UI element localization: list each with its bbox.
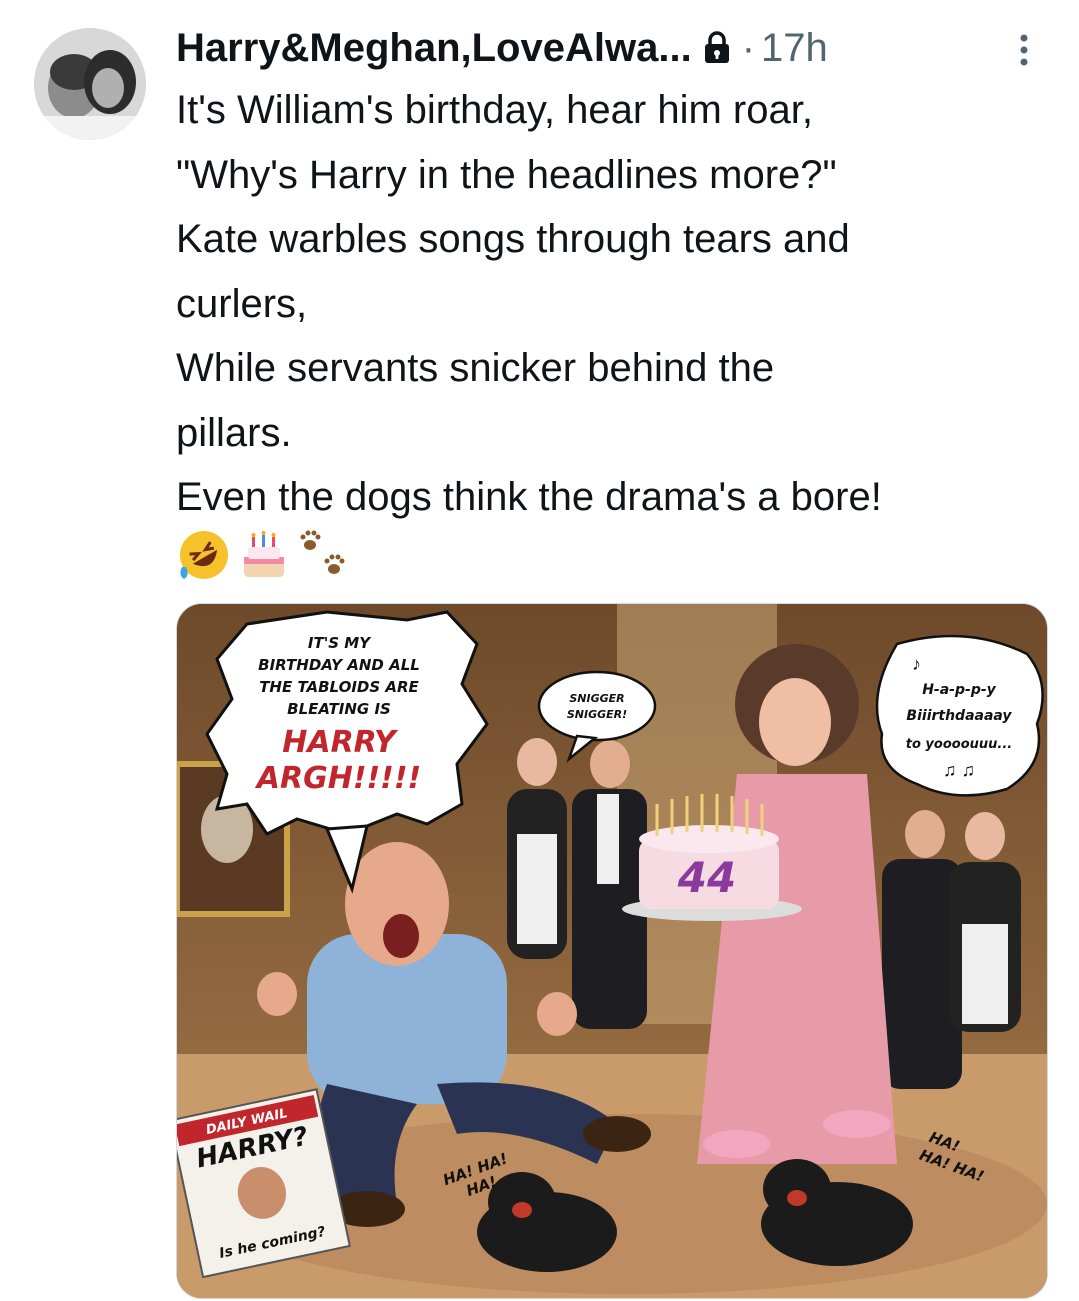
timestamp[interactable]: 17h [761,26,828,71]
birthday-cake-emoji [244,531,284,577]
song-line1: H-a-p-p-y [922,682,996,698]
tweet-line: While servants snicker behind the [176,346,775,390]
emoji-row [176,526,352,584]
author-name[interactable]: Harry&Meghan,LoveAlwa... [176,26,692,71]
tweet-header: Harry&Meghan,LoveAlwa... · 17h [176,20,828,76]
tweet-line: pillars. [176,410,292,455]
song-line2: Biiirthdaaaay [906,708,1012,724]
bubble-left-line4: BLEATING IS [287,700,391,718]
snigger-line2: SNIGGER! [567,708,627,721]
song-notes-bottom: ♫ ♫ [943,760,975,780]
bubble-left-shout2: ARGH!!!!! [255,761,421,796]
song-line3: to yoooouuu... [906,737,1012,752]
tweet-line: "Why's Harry in the headlines more?" [176,152,837,197]
tweet-line: curlers, [176,281,308,326]
tweet-line: Kate warbles songs through tears and [176,217,850,261]
avatar-photo [34,28,146,140]
snigger-line1: SNIGGER [569,692,624,705]
bubble-left-line3: THE TABLOIDS ARE [259,678,419,696]
cartoon-illustration: 44 IT'S MY BIRTHDAY AND ALL THE TABLOIDS… [177,604,1047,1298]
bubble-left-shout1: HARRY [282,725,399,760]
lock-icon [702,31,732,65]
more-vertical-icon[interactable] [1012,30,1036,70]
paw-prints-emoji [300,530,345,574]
tweet-image[interactable]: 44 IT'S MY BIRTHDAY AND ALL THE TABLOIDS… [176,603,1048,1299]
rolling-on-floor-laughing-emoji [180,531,228,579]
song-bubble: ♪ H-a-p-p-y Biiirthdaaaay to yoooouuu...… [875,634,1044,797]
song-note-top: ♪ [912,654,921,674]
author-avatar[interactable] [34,28,146,140]
bubble-left-line1: IT'S MY [308,634,372,652]
cake-number: 44 [677,853,736,902]
separator-dot: · [741,25,756,70]
tweet-line: It's William's birthday, hear him roar, [176,88,813,132]
tweet-line: Even the dogs think the drama's a bore! [176,475,882,519]
bubble-left-line2: BIRTHDAY AND ALL [258,656,420,674]
tweet-text: It's William's birthday, hear him roar, … [176,78,1056,530]
